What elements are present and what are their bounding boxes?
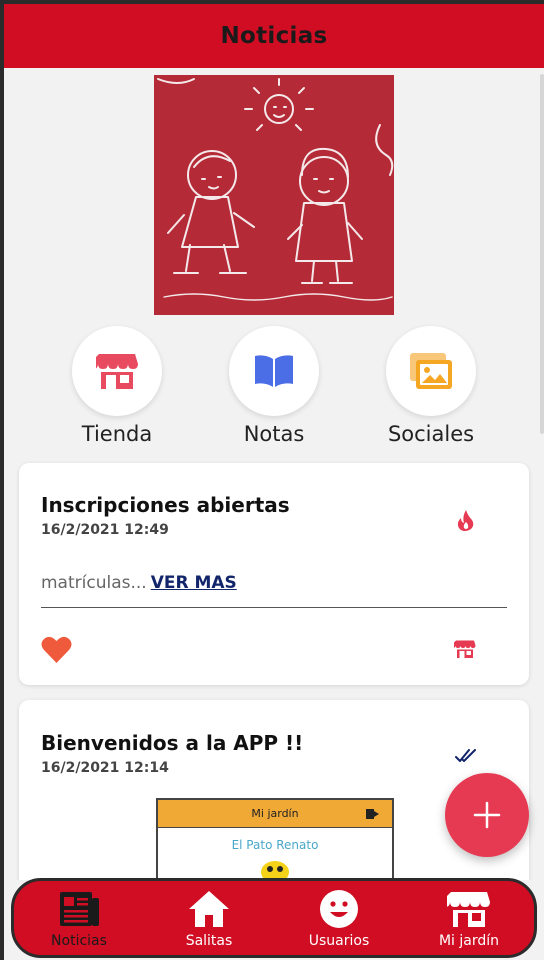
news-card-date: 16/2/2021 12:14: [41, 760, 169, 776]
nav-item-usuarios[interactable]: Usuarios: [279, 887, 399, 949]
quick-link-tienda[interactable]: Tienda: [57, 326, 177, 446]
nav-label-usuarios: Usuarios: [308, 933, 370, 949]
news-card[interactable]: Inscripciones abiertas 16/2/2021 12:49 m…: [19, 463, 529, 685]
exit-icon: [366, 809, 379, 819]
duck-icon: [261, 861, 289, 878]
app-header: Noticias: [4, 0, 544, 68]
preview-bar-title: Mi jardín: [251, 807, 299, 820]
nav-label-mi-jardin: Mi jardín: [438, 933, 500, 949]
home-icon: [149, 887, 269, 931]
quick-link-sociales-label: Sociales: [387, 422, 475, 446]
quick-link-sociales[interactable]: Sociales: [371, 326, 491, 446]
kids-drawing-illustration: [154, 75, 394, 315]
scrollbar[interactable]: [540, 74, 544, 434]
double-check-icon: [453, 744, 479, 768]
heart-icon[interactable]: [39, 635, 73, 665]
smiley-icon: [279, 887, 399, 931]
bottom-navigation: Noticias Salitas Usuarios Mi jardín: [11, 878, 537, 958]
nav-item-mi-jardin[interactable]: Mi jardín: [409, 887, 529, 949]
preview-bar: Mi jardín: [158, 800, 392, 828]
card-divider: [41, 607, 507, 608]
newspaper-icon: [19, 887, 139, 931]
screen-edge: [0, 0, 4, 960]
quick-link-notas[interactable]: Notas: [214, 326, 334, 446]
post-image-app-preview: Mi jardín El Pato Renato: [156, 798, 394, 880]
nav-label-salitas: Salitas: [185, 933, 233, 949]
news-feed[interactable]: Tienda Notas Sociales Inscripciones abie…: [4, 68, 544, 880]
add-post-button[interactable]: [445, 773, 529, 857]
store-icon: [96, 354, 138, 389]
read-more-link[interactable]: VER MAS: [151, 573, 237, 593]
images-icon: [410, 353, 452, 389]
news-card-date: 16/2/2021 12:49: [41, 522, 169, 538]
quick-link-tienda-circle[interactable]: [72, 326, 162, 416]
hero-image: [154, 75, 394, 315]
plus-icon: [473, 801, 501, 829]
nav-item-noticias[interactable]: Noticias: [19, 887, 139, 949]
fire-icon: [455, 507, 477, 533]
book-icon: [255, 355, 293, 387]
quick-link-notas-circle[interactable]: [229, 326, 319, 416]
page-title: Noticias: [220, 23, 328, 49]
quick-link-sociales-circle[interactable]: [386, 326, 476, 416]
quick-link-notas-label: Notas: [243, 422, 305, 446]
news-card-excerpt-text: matrículas...: [41, 573, 147, 593]
nav-item-salitas[interactable]: Salitas: [149, 887, 269, 949]
store-icon: [409, 887, 529, 931]
nav-label-noticias: Noticias: [51, 933, 107, 949]
news-card-excerpt: matrículas... VER MAS: [41, 573, 237, 593]
preview-name: El Pato Renato: [231, 838, 319, 852]
news-card-title: Inscripciones abiertas: [41, 493, 290, 517]
news-card-title: Bienvenidos a la APP !!: [41, 731, 304, 755]
store-icon[interactable]: [453, 637, 477, 661]
quick-link-tienda-label: Tienda: [81, 422, 153, 446]
